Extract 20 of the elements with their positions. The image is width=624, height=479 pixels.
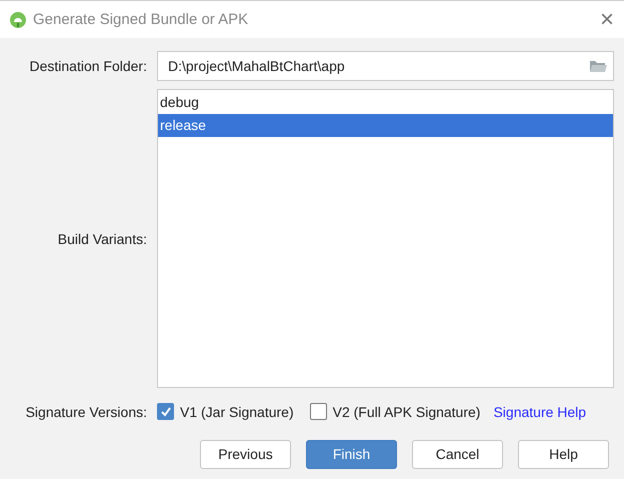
- checkbox[interactable]: [310, 403, 327, 420]
- dialog-button[interactable]: Previous: [200, 440, 291, 468]
- checkbox-label: V2 (Full APK Signature): [332, 404, 480, 420]
- primary-button[interactable]: Finish: [306, 440, 397, 468]
- list-item[interactable]: debug: [158, 91, 613, 114]
- field-label: Build Variants:: [58, 230, 147, 246]
- close-icon[interactable]: ×: [600, 8, 614, 32]
- window-title: Generate Signed Bundle or APK: [33, 11, 250, 28]
- android-logo-icon: [10, 12, 26, 28]
- signature-help-link[interactable]: Signature Help: [493, 404, 586, 420]
- destination-folder-field[interactable]: D:\project\MahalBtChart\app: [157, 51, 614, 81]
- checkbox[interactable]: [157, 403, 174, 420]
- checkbox-label: V1 (Jar Signature): [180, 404, 294, 420]
- field-label: Signature Versions:: [26, 402, 147, 420]
- checkmark-icon: [160, 406, 172, 418]
- folder-icon[interactable]: [589, 59, 607, 73]
- list-item[interactable]: release: [158, 114, 613, 137]
- field-label: Destination Folder:: [29, 58, 147, 74]
- dialog-button[interactable]: Help: [518, 440, 609, 468]
- dialog-button[interactable]: Cancel: [412, 440, 503, 468]
